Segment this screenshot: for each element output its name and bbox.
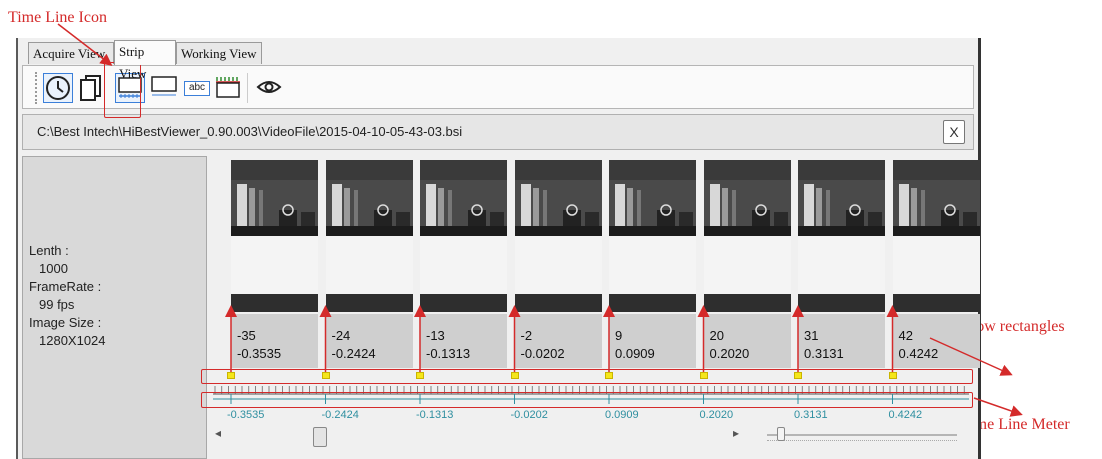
- annotation-arrows: [57, 23, 1023, 417]
- tab-strip-view[interactable]: Strip View: [114, 40, 176, 81]
